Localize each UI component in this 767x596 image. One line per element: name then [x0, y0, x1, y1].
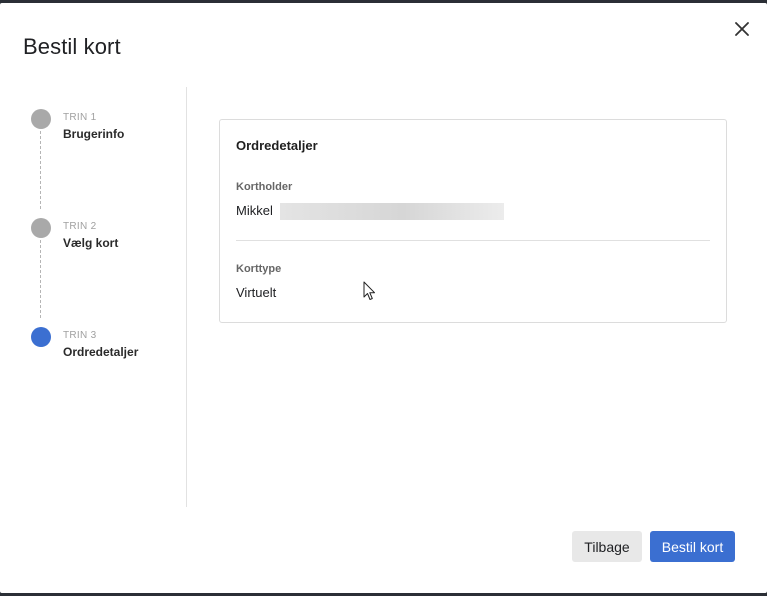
mouse-pointer-icon — [363, 281, 377, 306]
redacted-surname — [280, 203, 504, 220]
cardholder-label: Kortholder — [236, 181, 293, 193]
step-3-indicator — [31, 327, 51, 347]
close-icon — [735, 22, 749, 36]
close-button[interactable] — [731, 18, 753, 40]
stepper: TRIN 1 Brugerinfo TRIN 2 Vælg kort TRIN … — [0, 3, 186, 593]
step-1-kicker: TRIN 1 — [63, 112, 97, 123]
step-connector — [40, 240, 41, 318]
cardholder-value: Mikkel — [236, 203, 273, 218]
order-card-dialog: Bestil kort TRIN 1 Brugerinfo TRIN 2 Væl… — [0, 3, 767, 593]
cardtype-value: Virtuelt — [236, 285, 277, 300]
card-separator — [236, 240, 710, 241]
order-details-card: Ordredetaljer Kortholder Mikkel Korttype… — [219, 119, 727, 323]
step-3-label: Ordredetaljer — [63, 345, 139, 359]
stepper-divider — [186, 87, 187, 507]
order-details-heading: Ordredetaljer — [236, 138, 318, 153]
step-2-indicator — [31, 218, 51, 238]
step-connector — [40, 131, 41, 209]
cardtype-label: Korttype — [236, 263, 282, 275]
order-card-button[interactable]: Bestil kort — [650, 531, 735, 562]
step-2-label: Vælg kort — [63, 236, 119, 250]
step-1-indicator — [31, 109, 51, 129]
step-2-kicker: TRIN 2 — [63, 221, 97, 232]
back-button[interactable]: Tilbage — [572, 531, 642, 562]
step-3-kicker: TRIN 3 — [63, 330, 97, 341]
step-1-label: Brugerinfo — [63, 127, 125, 141]
